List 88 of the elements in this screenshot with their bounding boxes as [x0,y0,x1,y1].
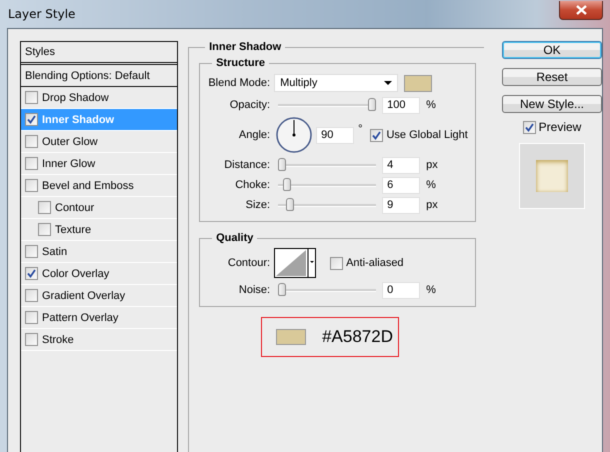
checkbox[interactable] [25,311,38,324]
style-label: Outer Glow [42,136,98,148]
group-title: Structure [215,57,266,69]
checkbox-label: Preview [538,120,582,134]
style-item[interactable]: Inner Glow [21,153,178,175]
style-item[interactable]: Color Overlay [21,263,178,285]
style-label: Pattern Overlay [42,312,118,324]
unit-label: px [426,159,438,171]
window-title: Layer Style [7,7,76,21]
checkbox[interactable] [370,128,384,142]
checkbox[interactable] [330,256,344,270]
checkbox[interactable] [38,223,51,236]
checkbox[interactable] [25,91,38,104]
dialog-button[interactable]: New Style... [502,95,602,113]
style-item[interactable]: Bevel and Emboss [21,175,178,197]
style-item[interactable]: Stroke [21,329,178,351]
value-field[interactable]: 90 [316,126,354,144]
dialog-button[interactable]: Reset [502,68,602,86]
group-title: Quality [215,232,254,244]
slider[interactable] [278,98,376,112]
checkbox[interactable] [522,120,536,134]
unit-label: ° [358,123,362,135]
style-item[interactable]: Gradient Overlay [21,285,178,307]
style-item[interactable]: Contour [21,197,178,219]
field-label: Opacity: [228,99,272,111]
checkbox[interactable] [25,289,38,302]
field-label: Size: [244,199,272,211]
slider-thumb[interactable] [368,98,376,111]
checkbox[interactable] [38,201,51,214]
unit-label: % [426,284,436,296]
slider[interactable] [278,283,376,297]
style-label: Inner Shadow [42,114,114,126]
field-label: Blend Mode: [207,77,272,89]
color-swatch[interactable] [404,74,432,92]
section-title: Inner Shadow [208,41,282,53]
dropdown-arrow-icon [384,81,392,85]
angle-dial[interactable] [276,117,312,153]
checkbox-label: Use Global Light [386,129,468,141]
value-field[interactable]: 4 [382,156,420,174]
style-item[interactable]: Pattern Overlay [21,307,178,329]
slider-thumb[interactable] [278,283,286,296]
checkbox[interactable] [25,113,38,126]
field-label: Angle: [238,129,272,141]
style-label: Texture [55,224,92,236]
checkbox[interactable] [25,179,38,192]
field-label: Contour: [226,257,272,269]
slider[interactable] [278,198,376,212]
checkbox[interactable] [25,267,38,280]
checkbox[interactable] [25,135,38,148]
slider-thumb[interactable] [286,198,294,211]
style-label: Satin [42,246,68,258]
style-label: Inner Glow [42,158,96,170]
checkbox[interactable] [25,157,38,170]
style-label: Gradient Overlay [42,290,126,302]
value-field[interactable]: 6 [382,176,420,194]
styles-header: Styles [21,42,178,65]
style-label: Stroke [42,334,74,346]
checkbox-label: Anti-aliased [346,257,404,269]
field-label: Distance: [223,159,272,171]
blend-mode-dropdown[interactable]: Multiply [274,74,398,92]
contour-picker[interactable] [274,248,316,278]
slider[interactable] [278,178,376,192]
style-label: Contour [55,202,94,214]
style-item[interactable]: Texture [21,219,178,241]
value-field[interactable]: 9 [382,196,420,214]
style-item[interactable]: Satin [21,241,178,263]
field-label: Noise: [238,284,272,296]
close-button[interactable] [559,0,603,20]
close-icon [576,4,586,14]
checkbox[interactable] [25,333,38,346]
slider[interactable] [278,158,376,172]
blending-options-item[interactable]: Blending Options: Default [21,65,178,87]
unit-label: px [426,199,438,211]
dialog-button[interactable]: OK [502,41,602,59]
value-field[interactable]: 0 [382,282,420,298]
style-label: Bevel and Emboss [42,180,134,192]
unit-label: % [426,179,436,191]
style-label: Color Overlay [42,268,110,280]
preview-thumbnail [519,143,585,209]
hex-code: #A5872D [322,327,393,347]
style-label: Drop Shadow [42,92,109,104]
field-label: Choke: [234,179,272,191]
slider-thumb[interactable] [283,178,292,191]
unit-label: % [426,99,436,111]
slider-thumb[interactable] [278,158,286,171]
style-item[interactable]: Outer Glow [21,131,178,153]
value-field[interactable]: 100 [382,96,420,114]
checkbox[interactable] [25,245,38,258]
